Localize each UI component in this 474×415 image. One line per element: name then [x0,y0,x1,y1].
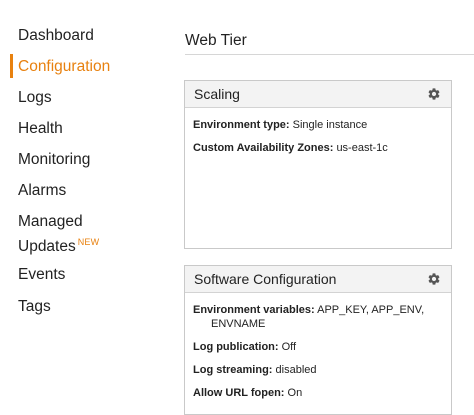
field-value: Off [281,341,297,353]
new-badge: NEW [77,237,100,247]
field-label: Allow URL fopen: [193,387,285,399]
field-value: us-east-1c [336,142,388,154]
panel-title: Software Configuration [194,271,337,287]
field-value: APP_KEY, APP_ENV, [317,304,425,316]
sidebar-item-alarms[interactable]: Alarms [18,181,66,201]
gear-icon[interactable] [427,87,441,101]
page-title: Web Tier [185,32,247,49]
field-label: Environment variables: [193,304,315,316]
panel-title: Scaling [194,86,240,102]
sidebar-item-managed-updates[interactable]: Managed Updates NEW [18,212,99,257]
sidebar-item-monitoring[interactable]: Monitoring [18,150,90,170]
field-value: disabled [275,364,317,376]
sidebar-item-configuration[interactable]: Configuration [18,57,110,77]
field-value: On [287,387,303,399]
field-label: Log streaming: [193,364,273,376]
sidebar-item-label: Managed [18,213,83,230]
sidebar-item-health[interactable]: Health [18,119,63,139]
divider [185,54,474,55]
panel-body: Environment type: Single instance Custom… [185,108,451,155]
sidebar-nav: Dashboard Configuration Logs Health Moni… [0,0,150,403]
software-configuration-panel: Software Configuration Environment varia… [184,265,452,415]
active-indicator [10,54,13,78]
panel-header: Software Configuration [185,266,451,293]
sidebar-item-label: Updates [18,238,76,256]
sidebar-item-logs[interactable]: Logs [18,88,52,108]
log-streaming-row: Log streaming: disabled [193,363,443,377]
allow-url-fopen-row: Allow URL fopen: On [193,386,443,400]
field-label: Log publication: [193,341,279,353]
scaling-panel: Scaling Environment type: Single instanc… [184,80,452,249]
panel-header: Scaling [185,81,451,108]
environment-type-row: Environment type: Single instance [193,118,443,132]
field-label: Environment type: [193,119,290,131]
field-label: Custom Availability Zones: [193,142,334,154]
panel-body: Environment variables: APP_KEY, APP_ENV,… [185,293,451,400]
log-publication-row: Log publication: Off [193,340,443,354]
sidebar-item-dashboard[interactable]: Dashboard [18,26,94,46]
environment-variables-row: Environment variables: APP_KEY, APP_ENV,… [193,303,443,331]
sidebar-item-tags[interactable]: Tags [18,297,51,317]
field-value: Single instance [292,119,368,131]
sidebar-item-events[interactable]: Events [18,265,65,285]
field-value-continued: ENVNAME [211,318,266,330]
gear-icon[interactable] [427,272,441,286]
availability-zones-row: Custom Availability Zones: us-east-1c [193,141,443,155]
